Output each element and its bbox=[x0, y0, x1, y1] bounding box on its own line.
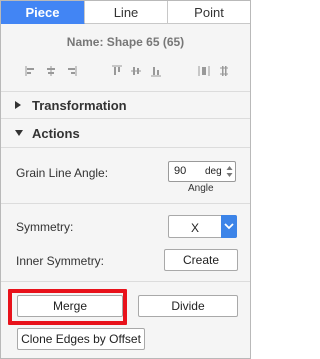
distribute-vertical-icon[interactable] bbox=[218, 65, 230, 77]
align-middle-horizontal-icon[interactable] bbox=[130, 65, 142, 77]
align-left-icon[interactable] bbox=[25, 65, 37, 77]
tab-point[interactable]: Point bbox=[168, 1, 250, 24]
section-actions-label: Actions bbox=[32, 125, 80, 141]
spinner-icon[interactable] bbox=[226, 164, 233, 179]
distribute-horizontal-icon[interactable] bbox=[198, 65, 210, 77]
divider bbox=[1, 203, 250, 204]
caret-down-icon bbox=[14, 129, 24, 137]
align-bottom-icon[interactable] bbox=[150, 65, 162, 77]
section-actions[interactable]: Actions bbox=[1, 119, 250, 147]
tab-line[interactable]: Line bbox=[85, 1, 168, 24]
create-inner-symmetry-button[interactable]: Create bbox=[164, 249, 238, 271]
tab-piece[interactable]: Piece bbox=[1, 1, 85, 24]
tab-bar: Piece Line Point bbox=[1, 1, 250, 24]
grain-line-angle-unit: deg bbox=[205, 166, 222, 177]
grain-line-angle-input[interactable]: 90 deg bbox=[168, 161, 236, 182]
caret-right-icon bbox=[14, 100, 24, 110]
grain-line-angle-value: 90 bbox=[174, 165, 187, 177]
section-transformation[interactable]: Transformation bbox=[1, 91, 250, 119]
grain-line-angle-label: Grain Line Angle: bbox=[16, 166, 109, 180]
symmetry-selected-value: X bbox=[191, 221, 200, 235]
shape-name-label: Name: Shape 65 (65) bbox=[66, 35, 185, 49]
divider bbox=[1, 281, 250, 282]
divider bbox=[1, 147, 250, 148]
align-right-icon[interactable] bbox=[65, 65, 77, 77]
chevron-down-icon[interactable] bbox=[221, 215, 237, 238]
merge-button[interactable]: Merge bbox=[17, 295, 123, 317]
angle-sublabel: Angle bbox=[188, 183, 214, 194]
inner-symmetry-label: Inner Symmetry: bbox=[16, 254, 105, 268]
align-top-icon[interactable] bbox=[111, 65, 123, 77]
section-transformation-label: Transformation bbox=[32, 97, 127, 113]
divide-button[interactable]: Divide bbox=[138, 295, 238, 317]
piece-properties-panel: Piece Line Point Name: Shape 65 (65) Tra… bbox=[0, 0, 251, 359]
alignment-toolbar bbox=[1, 65, 250, 79]
align-center-vertical-icon[interactable] bbox=[45, 65, 57, 77]
symmetry-label: Symmetry: bbox=[16, 220, 74, 234]
clone-edges-by-offset-button[interactable]: Clone Edges by Offset bbox=[17, 328, 145, 350]
symmetry-select[interactable]: X bbox=[168, 215, 237, 238]
